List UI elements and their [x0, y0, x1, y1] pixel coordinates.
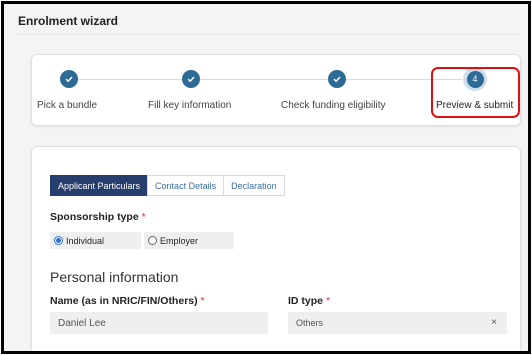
step-label-fill-key-info[interactable]: Fill key information — [148, 100, 231, 111]
step-label-check-funding[interactable]: Check funding eligibility — [281, 100, 386, 111]
tab-contact-details[interactable]: Contact Details — [147, 175, 225, 196]
step-3-check-icon[interactable] — [328, 70, 346, 88]
personal-information-heading: Personal information — [50, 269, 179, 285]
id-type-label-text: ID type — [288, 295, 324, 307]
highlight-annotation — [431, 67, 520, 118]
radio-employer-label: Employer — [160, 235, 199, 246]
radio-employer[interactable]: Employer — [144, 232, 234, 249]
step-2-check-icon[interactable] — [182, 70, 200, 88]
id-type-label: ID type * — [288, 295, 330, 307]
required-marker: * — [325, 295, 331, 307]
radio-individual-label: Individual — [66, 235, 105, 246]
tab-declaration[interactable]: Declaration — [223, 175, 285, 196]
tab-applicant-particulars[interactable]: Applicant Particulars — [50, 175, 149, 196]
sponsorship-type-text: Sponsorship type — [50, 211, 139, 223]
step-1-check-icon[interactable] — [60, 70, 78, 88]
radio-unchecked-icon[interactable] — [148, 236, 157, 245]
name-input[interactable]: Daniel Lee — [50, 312, 268, 334]
required-marker: * — [200, 295, 205, 307]
name-label: Name (as in NRIC/FIN/Others) * — [50, 295, 205, 307]
tab-bar: Applicant Particulars Contact Details De… — [50, 175, 285, 196]
sponsorship-type-label: Sponsorship type * — [50, 211, 146, 223]
app-window: Enrolment wizard 4 Pick a bundle Fill ke… — [1, 1, 531, 354]
name-label-text: Name (as in NRIC/FIN/Others) — [50, 295, 198, 307]
step-label-pick-bundle[interactable]: Pick a bundle — [37, 100, 97, 111]
id-type-value: Others — [296, 318, 324, 328]
form-card: Applicant Particulars Contact Details De… — [31, 146, 521, 351]
id-type-select[interactable]: Others × — [288, 312, 507, 334]
title-divider — [18, 34, 520, 35]
radio-individual[interactable]: Individual — [50, 232, 141, 249]
page-title: Enrolment wizard — [18, 14, 119, 28]
step-connector — [78, 79, 182, 80]
required-marker: * — [141, 211, 146, 223]
step-connector — [200, 79, 328, 80]
clear-icon[interactable]: × — [491, 317, 497, 328]
radio-checked-icon[interactable] — [54, 236, 63, 245]
